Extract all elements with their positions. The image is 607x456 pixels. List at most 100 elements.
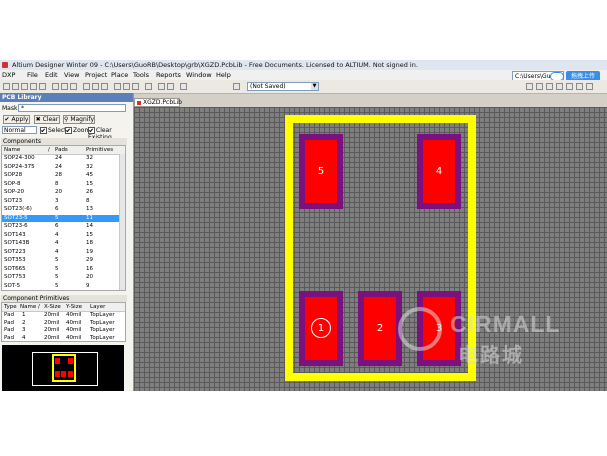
fill-icon[interactable]	[576, 83, 583, 90]
checkbox-checked-icon	[88, 127, 95, 134]
pad-icon[interactable]	[536, 83, 543, 90]
zoom-checkbox[interactable]: Zoom	[65, 127, 90, 134]
preview-icon[interactable]	[39, 83, 46, 90]
new-icon[interactable]	[3, 83, 10, 90]
menu-window[interactable]: Window	[186, 70, 212, 80]
menu-project[interactable]: Project	[85, 70, 107, 80]
checkbox-checked-icon	[40, 127, 47, 134]
table-row[interactable]: SOP-8 8 15	[2, 181, 125, 188]
cell-pads: 24	[55, 163, 62, 170]
table-row[interactable]: SOT143B 4 18	[2, 240, 125, 247]
redo-icon[interactable]	[167, 83, 174, 90]
table-row[interactable]: SOP28 28 45	[2, 172, 125, 179]
main-toolbar: (Not Saved) ▼	[0, 80, 607, 94]
table-row[interactable]: SOT23 3 8	[2, 198, 125, 205]
magnify-button[interactable]: ⚲ Magnify	[63, 115, 95, 124]
cell-prims: 45	[86, 172, 93, 178]
chevron-down-icon[interactable]: ▼	[311, 83, 318, 90]
cell-prims: 13	[86, 206, 93, 212]
table-row[interactable]: SOT223 4 19	[2, 249, 125, 256]
workspace-icon[interactable]	[233, 83, 240, 90]
array-icon[interactable]	[586, 83, 593, 90]
preview-pad	[68, 358, 73, 364]
table-row[interactable]: SOP24-375 24 32	[2, 164, 125, 171]
save-icon[interactable]	[21, 83, 28, 90]
menu-file[interactable]: File	[27, 70, 38, 80]
menu-help[interactable]: Help	[216, 70, 231, 80]
cell-name: SOT-5	[4, 282, 21, 289]
select-icon[interactable]	[114, 83, 121, 90]
table-row[interactable]: SOT753 5 20	[2, 274, 125, 281]
via-icon[interactable]	[546, 83, 553, 90]
table-row[interactable]: SOT23(-6) 6 13	[2, 206, 125, 213]
cell-pads: 8	[55, 180, 59, 187]
col-primitives[interactable]: Primitives	[86, 146, 113, 154]
select-checkbox[interactable]: Select	[40, 127, 67, 134]
table-row[interactable]: SOP-20 20 26	[2, 189, 125, 196]
table-row[interactable]: SOT353 5 29	[2, 257, 125, 264]
col-name[interactable]: Name	[4, 146, 20, 154]
zoom-fit-icon[interactable]	[70, 83, 77, 90]
copy-icon[interactable]	[92, 83, 99, 90]
table-row[interactable]: Pad 2 20mil 40mil TopLayer	[2, 320, 125, 327]
pad-2[interactable]: 2	[358, 291, 402, 366]
text-icon[interactable]	[556, 83, 563, 90]
col-prim-name[interactable]: Name	[20, 303, 36, 311]
zoom-in-icon[interactable]	[52, 83, 59, 90]
preview-pad	[55, 358, 60, 364]
menu-place[interactable]: Place	[111, 70, 128, 80]
table-row[interactable]: Pad 4 20mil 40mil TopLayer	[2, 335, 125, 342]
mask-input[interactable]: *	[18, 104, 126, 112]
table-row[interactable]: SOT143 4 15	[2, 232, 125, 239]
table-row[interactable]: SOP24-300 24 32	[2, 155, 125, 162]
arc-icon[interactable]	[566, 83, 573, 90]
clear-button[interactable]: ✖ Clear	[34, 115, 60, 124]
cell-name: SOP-20	[4, 189, 24, 195]
cell-pads: 28	[55, 172, 62, 178]
pad-5[interactable]: 5	[299, 134, 343, 209]
cell-pads: 4	[55, 240, 59, 246]
document-tab[interactable]: XGZD.PcbLib	[134, 98, 182, 107]
col-prim-sort[interactable]: /	[38, 303, 40, 311]
open-icon[interactable]	[12, 83, 19, 90]
move-icon[interactable]	[123, 83, 130, 90]
col-type[interactable]: Type	[4, 303, 17, 311]
menu-edit[interactable]: Edit	[45, 70, 58, 80]
cut-icon[interactable]	[83, 83, 90, 90]
cell-pads: 4	[55, 231, 59, 238]
pad-4[interactable]: 4	[417, 134, 461, 209]
apply-button[interactable]: ✔ Apply	[3, 115, 30, 124]
cell-y: 40mil	[66, 327, 82, 333]
print-icon[interactable]	[30, 83, 37, 90]
saved-state-combo[interactable]: (Not Saved) ▼	[247, 82, 319, 91]
components-scrollbar[interactable]	[119, 154, 125, 290]
menu-tools[interactable]: Tools	[133, 70, 149, 80]
col-y-size[interactable]: Y-Size	[66, 303, 82, 311]
pad-2-label: 2	[364, 297, 396, 360]
col-pads[interactable]: Pads	[55, 146, 68, 154]
table-row[interactable]: SOT665 5 16	[2, 266, 125, 273]
table-row[interactable]: SOT-5 5 9	[2, 283, 125, 290]
deselect-icon[interactable]	[132, 83, 139, 90]
mode-select[interactable]: Normal	[2, 126, 37, 134]
menu-view[interactable]: View	[64, 70, 79, 80]
cell-pads: 5	[55, 214, 59, 221]
cell-name: SOT353	[4, 257, 26, 263]
table-row[interactable]: Pad 3 20mil 40mil TopLayer	[2, 327, 125, 334]
col-sort[interactable]: /	[48, 146, 50, 154]
col-layer[interactable]: Layer	[90, 303, 105, 311]
browse-icon[interactable]	[180, 83, 187, 90]
menu-reports[interactable]: Reports	[156, 70, 181, 80]
paste-icon[interactable]	[101, 83, 108, 90]
footprint-preview[interactable]	[2, 345, 124, 391]
pad-1[interactable]: 1	[299, 291, 343, 366]
table-row[interactable]: SOT23-6 6 14	[2, 223, 125, 230]
menu-dxp[interactable]: DXP	[2, 70, 15, 80]
route-icon[interactable]	[526, 83, 533, 90]
col-x-size[interactable]: X-Size	[44, 303, 61, 311]
cross-probe-icon[interactable]	[145, 83, 152, 90]
zoom-out-icon[interactable]	[61, 83, 68, 90]
undo-icon[interactable]	[158, 83, 165, 90]
table-row[interactable]: Pad 1 20mil 40mil TopLayer	[2, 312, 125, 319]
table-row[interactable]: SOT23-5 5 11	[2, 214, 125, 222]
